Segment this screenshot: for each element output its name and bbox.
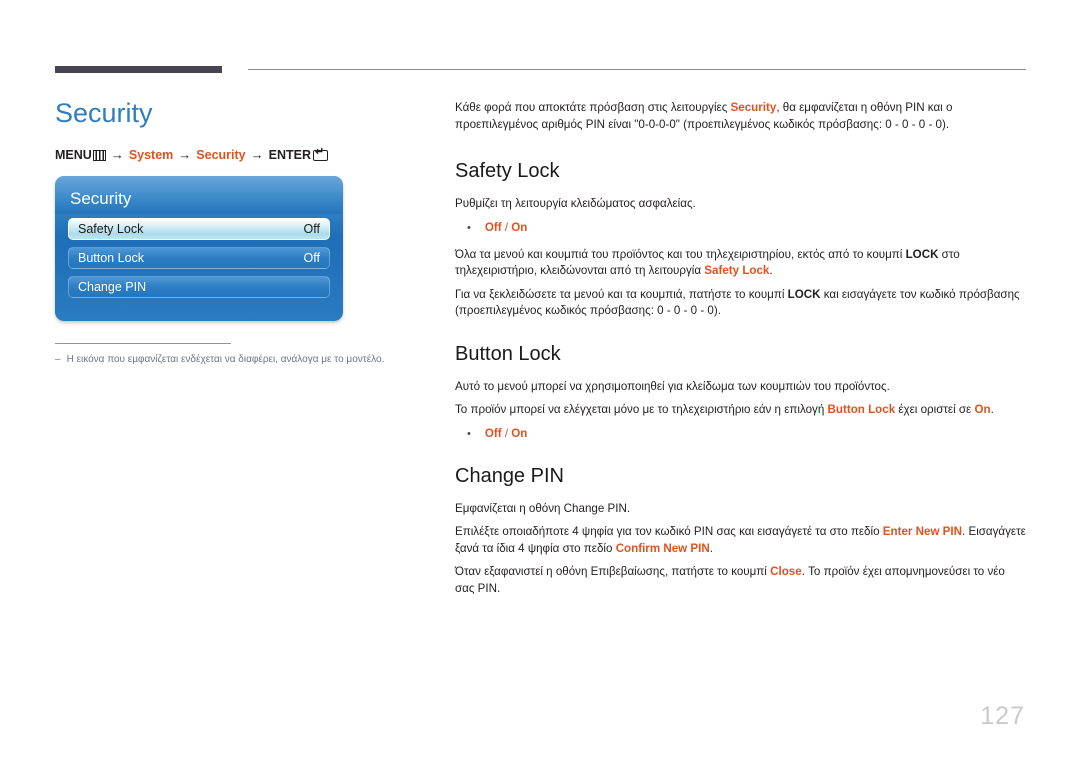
breadcrumb: MENU → System → Security → ENTER [55,147,415,163]
safety-lock-p3-a: Για να ξεκλειδώσετε τα μενού και τα κουμ… [455,287,788,301]
footnote: – Η εικόνα που εμφανίζεται ενδέχεται να … [55,353,415,367]
section-heading-button-lock: Button Lock [455,342,561,365]
safety-lock-options: • Off / On [455,220,1027,236]
breadcrumb-arrow-2: → [178,147,192,162]
footnote-divider [55,343,231,344]
breadcrumb-item-system: System [128,148,174,162]
bullet-dot-icon: • [467,221,471,234]
option-on: On [511,220,528,234]
breadcrumb-item-security: Security [196,148,246,162]
osd-row-label: Change PIN [78,280,147,294]
header-divider-line [248,69,1026,70]
button-lock-p2-c: . [990,403,994,416]
safety-lock-p3-lock: LOCK [787,287,821,301]
change-pin-paragraph-3: Όταν εξαφανιστεί η οθόνη Επιβεβαίωσης, π… [455,564,1027,597]
osd-row-label: Button Lock [78,251,145,265]
header-accent-bar [55,66,222,73]
osd-menu-panel: Security Safety Lock Off Button Lock Off… [55,176,343,321]
intro-paragraph: Κάθε φορά που αποκτάτε πρόσβαση στις λει… [455,100,1027,133]
right-column: Κάθε φορά που αποκτάτε πρόσβαση στις λει… [455,100,1027,608]
safety-lock-paragraph-1: Ρυθμίζει τη λειτουργία κλειδώματος ασφαλ… [455,197,696,210]
option-separator: / [501,426,512,440]
safety-lock-p2-highlight: Safety Lock [704,264,770,277]
button-lock-options: • Off / On [455,426,1027,442]
section-heading-safety-lock: Safety Lock [455,160,560,182]
left-column: Security MENU → System → Security → ENTE… [55,96,415,367]
button-lock-p2-b: έχει οριστεί σε [895,403,975,416]
change-pin-paragraph-1: Εμφανίζεται η οθόνη Change PIN. [455,501,631,515]
footnote-dash: – [55,354,61,365]
option-separator: / [501,220,512,234]
safety-lock-p2-lock: LOCK [905,247,939,261]
intro-highlight-security: Security [730,101,777,114]
osd-row-label: Safety Lock [78,222,144,236]
safety-lock-paragraph-3: Για να ξεκλειδώσετε τα μενού και τα κουμ… [455,287,1027,320]
safety-lock-p2-c: . [769,264,773,277]
option-off: Off [484,220,502,234]
option-on: On [511,426,528,440]
menu-bars-icon [92,149,106,161]
change-pin-p3-a: Όταν εξαφανιστεί η οθόνη Επιβεβαίωσης, π… [455,565,771,578]
osd-row-change-pin[interactable]: Change PIN [68,276,330,298]
osd-row-button-lock[interactable]: Button Lock Off [68,247,330,269]
button-lock-paragraph-2: Το προϊόν μπορεί να ελέγχεται μόνο με το… [455,402,1027,419]
button-lock-p2-a: Το προϊόν μπορεί να ελέγχεται μόνο με το… [455,403,828,416]
page-number: 127 [980,702,1025,730]
section-heading-change-pin: Change PIN [455,464,564,487]
osd-row-value: Off [303,251,320,265]
option-off: Off [484,426,502,440]
change-pin-close-button-ref: Close [770,565,802,578]
enter-key-icon [313,147,329,161]
breadcrumb-arrow-3: → [250,147,264,162]
change-pin-field-confirm-new-pin: Confirm New PIN [615,541,710,555]
intro-text-part1: Κάθε φορά που αποκτάτε πρόσβαση στις λει… [455,101,731,114]
change-pin-p2-a: Επιλέξτε οποιαδήποτε 4 ψηφία για τον κωδ… [455,525,883,538]
page-title: Security [55,98,153,128]
safety-lock-p2-a: Όλα τα μενού και κουμπιά του προϊόντος κ… [455,247,906,261]
breadcrumb-menu-label: MENU [55,148,92,162]
osd-row-value: Off [303,222,320,236]
footnote-text: Η εικόνα που εμφανίζεται ενδέχεται να δι… [66,354,385,365]
osd-panel-title: Security [70,189,132,208]
safety-lock-paragraph-2: Όλα τα μενού και κουμπιά του προϊόντος κ… [455,247,1027,280]
bullet-dot-icon: • [467,427,471,440]
breadcrumb-enter-label: ENTER [268,148,312,162]
breadcrumb-arrow-1: → [110,147,124,162]
change-pin-paragraph-2: Επιλέξτε οποιαδήποτε 4 ψηφία για τον κωδ… [455,524,1027,557]
button-lock-p2-on: On [974,403,991,416]
change-pin-field-enter-new-pin: Enter New PIN [882,525,963,538]
change-pin-p2-c: . [709,541,713,555]
button-lock-paragraph-1: Αυτό το μενού μπορεί να χρησιμοποιηθεί γ… [455,379,890,393]
osd-row-safety-lock[interactable]: Safety Lock Off [68,218,330,240]
button-lock-p2-highlight: Button Lock [827,403,896,416]
